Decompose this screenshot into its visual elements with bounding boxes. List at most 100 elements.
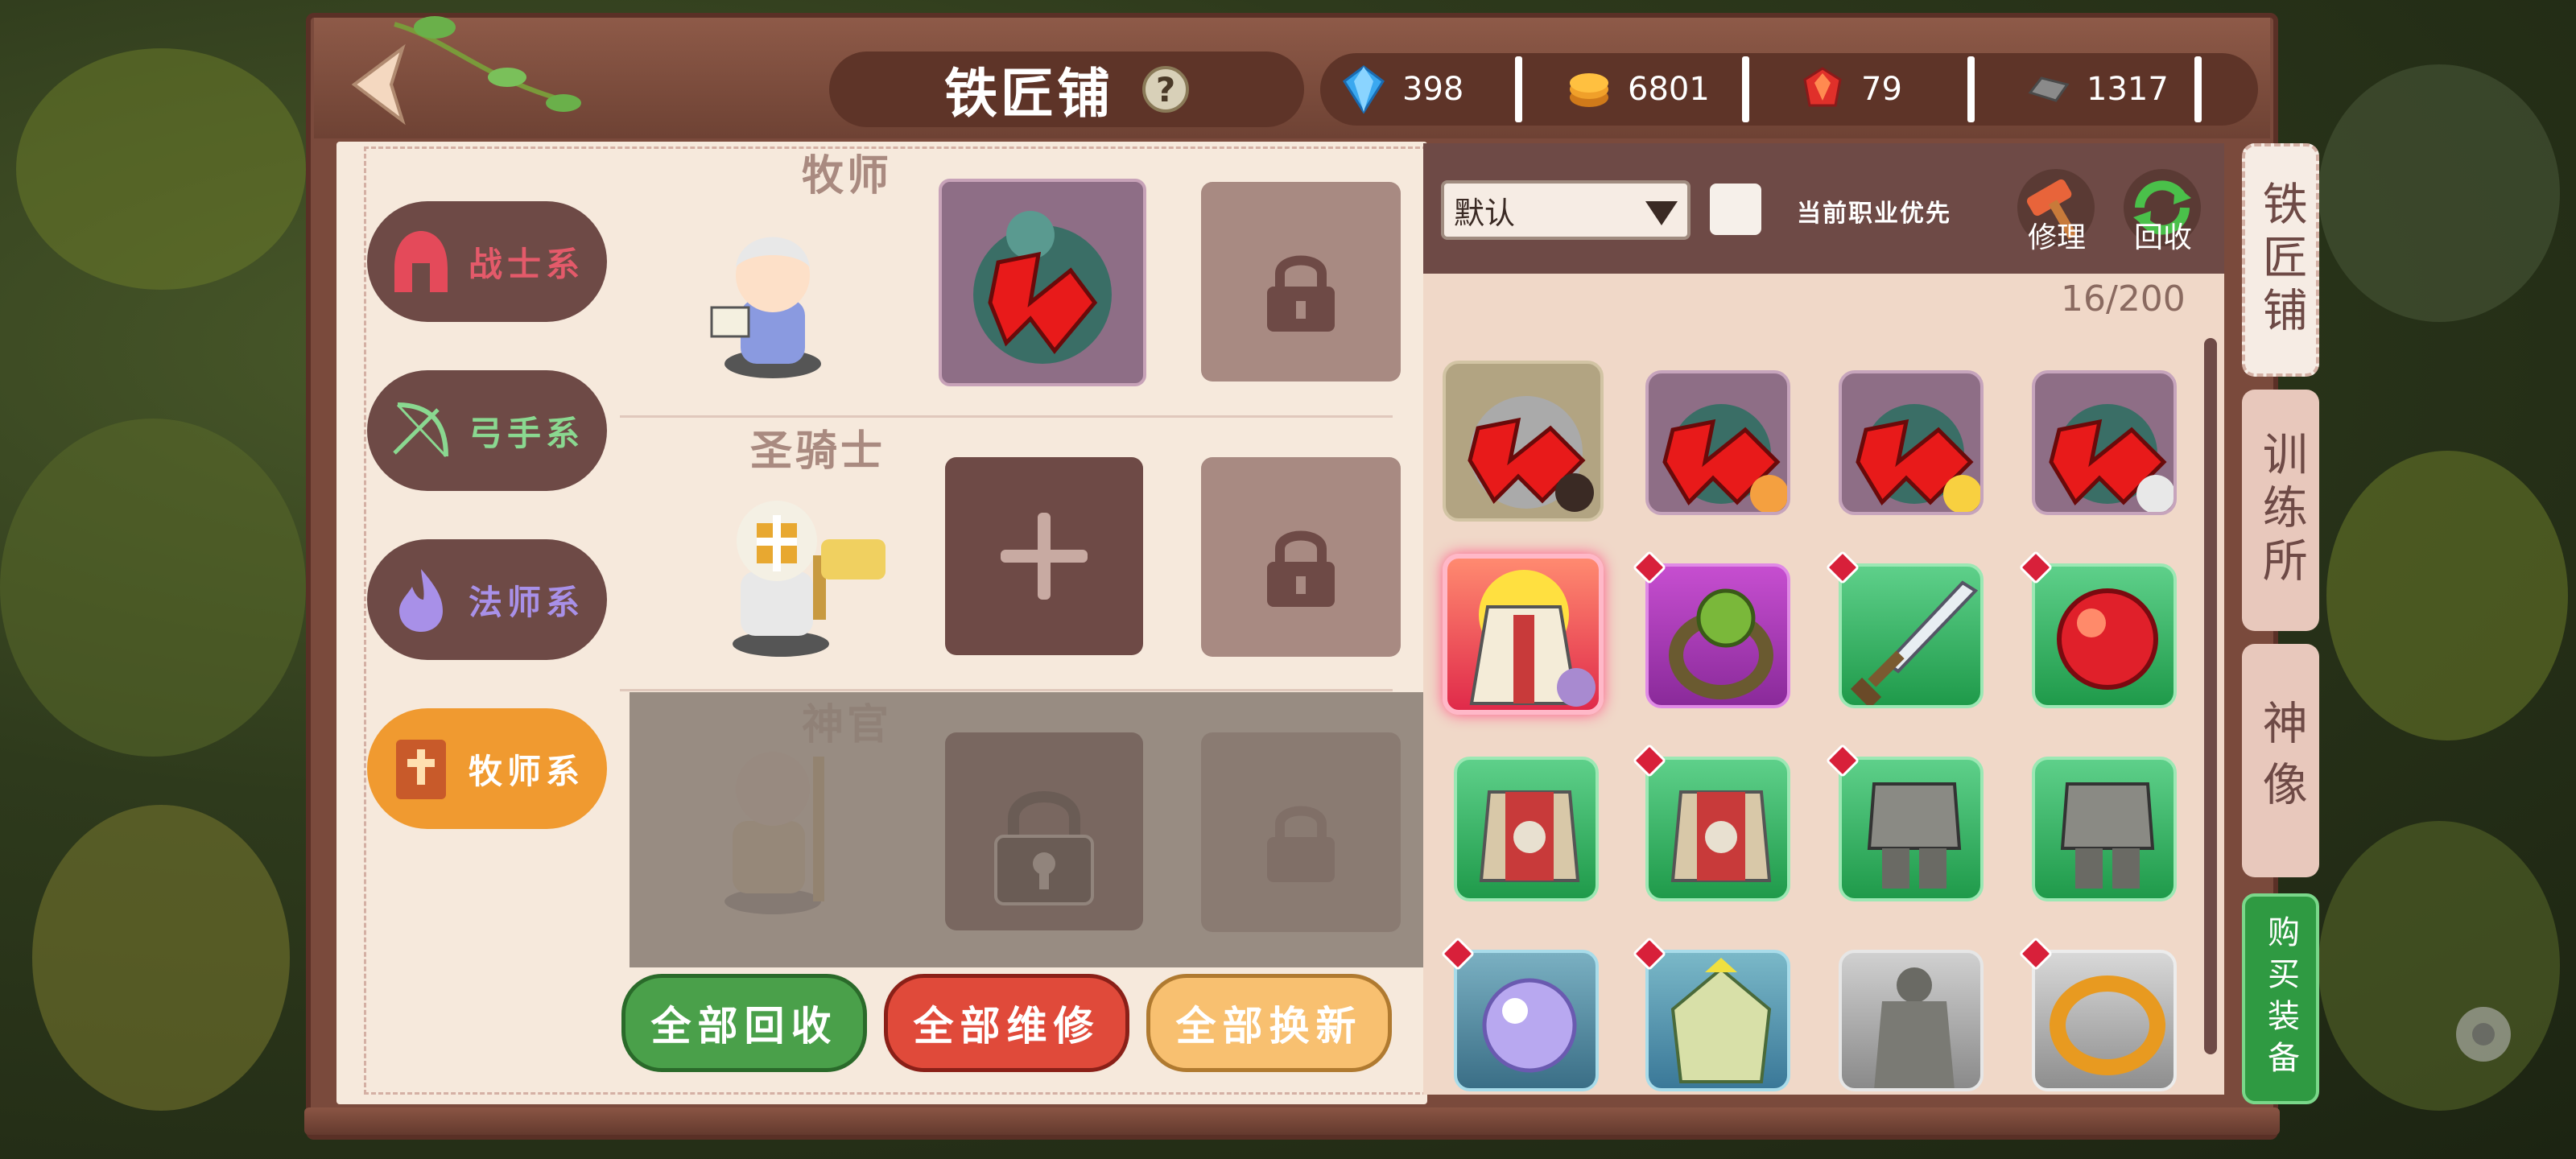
inventory-item[interactable] bbox=[1839, 370, 1984, 515]
bg-foliage bbox=[32, 805, 290, 1111]
stone-armor-item-icon bbox=[1874, 967, 1955, 1088]
sword-item-icon bbox=[1850, 580, 1979, 705]
locked-slot bbox=[1201, 457, 1401, 657]
gold-coin-icon bbox=[1567, 65, 1612, 113]
resource-value: 79 bbox=[1861, 71, 1902, 108]
resource-value: 1317 bbox=[2087, 71, 2169, 108]
ring-item-icon bbox=[1669, 588, 1773, 699]
add-equipment-slot[interactable] bbox=[945, 457, 1143, 655]
resource-bar: 398 6801 79 1317 bbox=[1320, 53, 2258, 126]
paladin-hero-portrait[interactable] bbox=[692, 483, 902, 660]
inventory-scrollbar[interactable] bbox=[2204, 338, 2217, 1054]
repair-all-button[interactable]: 全部维修 bbox=[884, 974, 1129, 1072]
inventory-item[interactable] bbox=[2032, 757, 2177, 901]
question-icon[interactable]: ? bbox=[1142, 66, 1189, 113]
ruby-orb-item-icon bbox=[2057, 588, 2158, 690]
class-name: 牧师 bbox=[802, 152, 893, 200]
inventory-item[interactable] bbox=[2032, 563, 2177, 708]
row-divider bbox=[620, 415, 1393, 418]
category-mage[interactable]: 法师系 bbox=[367, 539, 607, 660]
red-armor-item-icon bbox=[1670, 790, 1772, 882]
inventory-item[interactable] bbox=[1645, 950, 1790, 1091]
shield-item-icon bbox=[1856, 404, 1980, 512]
category-label: 牧师系 bbox=[469, 751, 585, 791]
tab-training[interactable]: 训练所 bbox=[2242, 390, 2319, 631]
resource-iron: 1317 bbox=[2025, 53, 2169, 126]
tab-label: 购买装备 bbox=[2262, 915, 2299, 1083]
inventory-item[interactable] bbox=[1645, 563, 1790, 708]
priority-label: 当前职业优先 bbox=[1797, 200, 1951, 228]
title-pill: 铁匠铺 ? bbox=[829, 52, 1304, 127]
tab-label: 神像 bbox=[2255, 699, 2308, 822]
inventory-item[interactable] bbox=[1443, 361, 1604, 522]
shield-item-icon bbox=[1662, 404, 1787, 512]
priest-hero-portrait[interactable] bbox=[692, 211, 845, 388]
category-warrior[interactable]: 战士系 bbox=[367, 201, 607, 322]
inventory-item[interactable] bbox=[1443, 554, 1604, 715]
category-label: 战士系 bbox=[469, 244, 585, 284]
shield-item-icon bbox=[973, 211, 1112, 364]
inventory-item[interactable] bbox=[1645, 370, 1790, 515]
iron-armor-item-icon bbox=[2060, 782, 2155, 889]
lock-icon bbox=[1267, 530, 1335, 607]
resource-value: 6801 bbox=[1628, 71, 1710, 108]
class-name: 圣骑士 bbox=[750, 427, 886, 476]
tab-label: 训练所 bbox=[2255, 431, 2308, 590]
page-title: 铁匠铺 bbox=[944, 63, 1113, 125]
crystal-orb-item-icon bbox=[1482, 978, 1577, 1073]
renew-all-button[interactable]: 全部换新 bbox=[1146, 974, 1392, 1072]
bg-foliage bbox=[2318, 64, 2560, 322]
inventory-item[interactable] bbox=[2032, 370, 2177, 515]
flame-icon bbox=[390, 566, 452, 633]
iron-armor-item-icon bbox=[1867, 782, 1962, 889]
resource-red-gem: 79 bbox=[1800, 53, 1902, 126]
iron-ingot-icon bbox=[2025, 65, 2070, 113]
gear-icon[interactable] bbox=[2439, 990, 2528, 1079]
resource-value: 398 bbox=[1402, 71, 1464, 108]
diamond-icon bbox=[1341, 65, 1386, 113]
red-gem-icon bbox=[1800, 65, 1845, 113]
priority-checkbox[interactable] bbox=[1710, 184, 1761, 235]
gold-ring-item-icon bbox=[2050, 975, 2165, 1075]
inventory-item[interactable] bbox=[1839, 757, 1984, 901]
category-label: 法师系 bbox=[469, 582, 585, 622]
inventory-item[interactable] bbox=[2032, 950, 2177, 1091]
category-archer[interactable]: 弓手系 bbox=[367, 370, 607, 491]
inventory-item[interactable] bbox=[1645, 757, 1790, 901]
footer-plank bbox=[304, 1107, 2280, 1135]
resource-gold: 6801 bbox=[1567, 53, 1710, 126]
robe-item-icon bbox=[1469, 570, 1596, 707]
bible-icon bbox=[390, 735, 452, 802]
recycle-label: 回收 bbox=[2133, 221, 2192, 254]
inventory-item[interactable] bbox=[1454, 950, 1599, 1091]
vine-decoration bbox=[386, 8, 596, 121]
inventory-count: 16/200 bbox=[2061, 278, 2186, 320]
row-divider bbox=[620, 689, 1393, 691]
tab-label: 铁匠铺 bbox=[2255, 180, 2308, 340]
category-label: 弓手系 bbox=[469, 413, 585, 453]
tab-blacksmith[interactable]: 铁匠铺 bbox=[2242, 143, 2319, 377]
recycle-all-button[interactable]: 全部回收 bbox=[621, 974, 867, 1072]
red-armor-item-icon bbox=[1479, 790, 1580, 882]
locked-class-overlay bbox=[630, 692, 1426, 967]
bg-foliage bbox=[0, 419, 306, 757]
chevron-down-icon bbox=[1645, 201, 1678, 225]
repair-label: 修理 bbox=[2027, 221, 2086, 254]
tab-buy-equipment[interactable]: 购买装备 bbox=[2242, 893, 2319, 1104]
inventory-item[interactable] bbox=[1454, 757, 1599, 901]
shield-item-icon bbox=[1468, 396, 1594, 512]
equipped-slot[interactable] bbox=[939, 179, 1146, 386]
category-priest[interactable]: 牧师系 bbox=[367, 708, 607, 829]
resource-diamond: 398 bbox=[1341, 53, 1463, 126]
cloak-item-icon bbox=[1670, 958, 1772, 1083]
helmet-icon bbox=[390, 228, 452, 295]
bow-icon bbox=[390, 397, 452, 464]
locked-slot bbox=[1201, 182, 1401, 382]
shield-item-icon bbox=[2049, 404, 2174, 512]
sort-dropdown[interactable]: 默认 bbox=[1441, 180, 1690, 240]
inventory-item[interactable] bbox=[1839, 950, 1984, 1091]
inventory-item[interactable] bbox=[1839, 563, 1984, 708]
bg-foliage bbox=[2326, 451, 2568, 740]
tab-statue[interactable]: 神像 bbox=[2242, 644, 2319, 877]
plus-icon bbox=[1001, 513, 1088, 600]
